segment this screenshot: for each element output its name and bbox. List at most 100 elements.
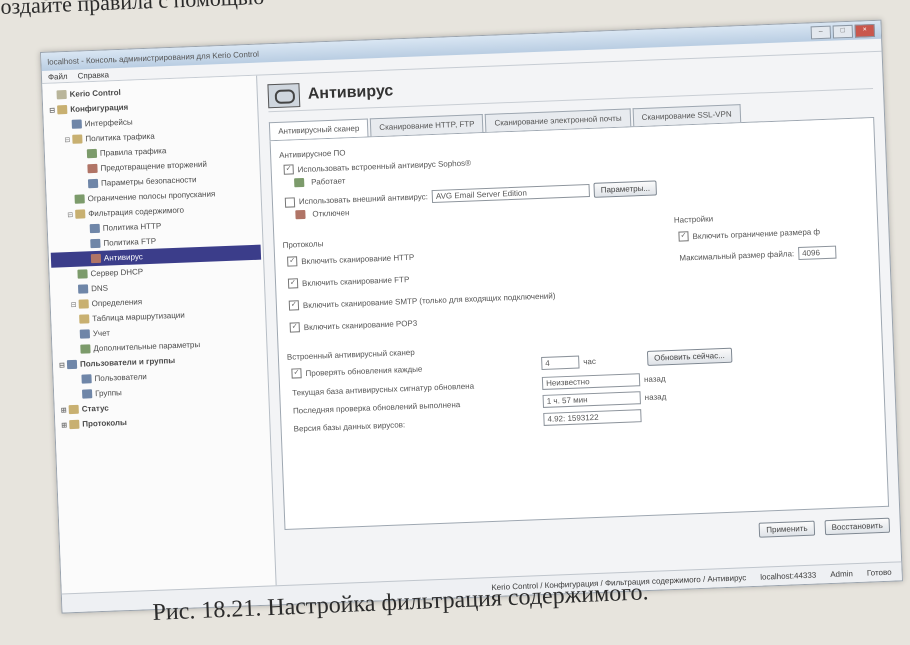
minimize-button[interactable]: – (810, 25, 832, 39)
db-version-value: 4.92: 1593122 (543, 409, 642, 426)
reset-button[interactable]: Восстановить (824, 517, 891, 536)
ftp-checkbox[interactable]: ✓ (287, 278, 299, 289)
tree-node-icon (79, 329, 91, 339)
settings-heading: Настройки (673, 214, 714, 225)
external-antivirus-label: Использовать внешний антивирус: (298, 192, 429, 207)
antivirus-icon (267, 83, 301, 109)
tree-node-icon (56, 90, 67, 100)
protocols-heading: Протоколы (282, 239, 324, 250)
tree-node-icon (78, 299, 89, 309)
tree-node-icon (86, 148, 98, 159)
last-check-label: Последняя проверка обновлений выполнена (292, 400, 461, 416)
tree-item-label: Пользователи (94, 372, 147, 384)
current-db-row: Текущая база антивирусных сигнатур обнов… (292, 382, 474, 398)
tree-item-label: Политика FTP (103, 236, 157, 248)
tree-item-label: Статус (81, 403, 109, 414)
app-window: localhost - Консоль администрирования дл… (40, 19, 903, 614)
tree-node-icon (81, 374, 92, 384)
params-button[interactable]: Параметры... (593, 180, 658, 198)
menu-help[interactable]: Справка (77, 70, 109, 80)
update-interval-unit: час (583, 356, 597, 367)
external-antivirus-select[interactable]: AVG Email Server Edition (431, 184, 591, 204)
external-antivirus-checkbox[interactable] (284, 196, 296, 208)
update-interval-row: 4 час (541, 355, 596, 370)
current-db-value: Неизвестно (541, 373, 641, 390)
tree-item-label: Определения (91, 297, 143, 309)
last-check-value-row: 1 ч. 57 мин назад (542, 390, 667, 408)
tree-node-icon (87, 163, 98, 174)
tree-item-label: Правила трафика (99, 146, 167, 158)
tree-item-label: Параметры безопасности (100, 175, 197, 188)
max-size-label: Максимальный размер файла: (679, 249, 795, 263)
current-db-label: Текущая база антивирусных сигнатур обнов… (292, 381, 475, 398)
tree-item-label: Фильтрация содержимого (88, 205, 185, 219)
tree-node-icon (71, 119, 82, 129)
smtp-row: ✓ Включить сканирование SMTP (только для… (288, 290, 556, 311)
tree-item-label: Дополнительные параметры (93, 340, 201, 354)
pop3-checkbox[interactable]: ✓ (289, 322, 300, 333)
tree-node-icon (72, 134, 83, 144)
antivirus-panel: Антивирусное ПО ✓ Использовать встроенны… (269, 118, 890, 530)
builtin-status-label: Работает (311, 176, 346, 187)
status-off-icon (295, 209, 306, 220)
tree-node-icon (74, 194, 85, 204)
tree-node-icon (68, 404, 79, 415)
tree-node-icon (66, 359, 78, 370)
last-check-row: Последняя проверка обновлений выполнена (293, 400, 461, 415)
book-top-text: оздайте правила с помощью (0, 0, 265, 19)
external-status-row: Отключен (295, 208, 350, 220)
db-version-row: Версия базы данных вирусов: (293, 420, 405, 433)
http-checkbox[interactable]: ✓ (287, 256, 298, 267)
max-size-input[interactable]: 4096 (797, 245, 837, 261)
tree-node-icon (87, 178, 99, 189)
current-db-value-row: Неизвестно назад (541, 372, 666, 390)
apply-button[interactable]: Применить (759, 520, 815, 538)
menu-file[interactable]: Файл (48, 71, 68, 81)
tree-node-icon (77, 284, 89, 294)
update-interval-input[interactable]: 4 (541, 355, 580, 370)
builtin-antivirus-label: Использовать встроенный антивирус Sophos… (297, 158, 472, 174)
tree-node-icon (90, 238, 101, 249)
size-limit-label: Включить ограничение размера ф (692, 226, 821, 241)
tree-item-label: Таблица маршрутизации (92, 310, 185, 324)
tree-item-label: Конфигурация (70, 102, 129, 114)
tree-item-label: Интерфейсы (84, 117, 133, 129)
close-button[interactable]: × (854, 23, 876, 38)
tree-item-label: Антивирус (103, 252, 143, 263)
tree-item-label: Сервер DHCP (90, 267, 144, 279)
status-ok-icon (294, 177, 305, 188)
tree-node-icon (81, 389, 93, 399)
http-label: Включить сканирование HTTP (301, 252, 415, 266)
tree-node-icon (90, 253, 102, 264)
ftp-row: ✓ Включить сканирование FTP (287, 274, 410, 289)
check-updates-checkbox[interactable]: ✓ (291, 368, 302, 379)
tree-node-icon (77, 269, 88, 279)
current-db-ago: назад (643, 374, 666, 385)
last-check-value: 1 ч. 57 мин (542, 391, 641, 408)
page-title: Антивирус (307, 82, 394, 103)
status-state: Готово (866, 567, 892, 578)
tree-item-label: Предотвращение вторжений (100, 159, 208, 173)
tree-item-label: DNS (90, 283, 109, 294)
pop3-row: ✓ Включить сканирование POP3 (289, 318, 418, 333)
section-antivirus-software: Антивирусное ПО (278, 148, 346, 160)
builtin-antivirus-checkbox[interactable]: ✓ (283, 164, 294, 175)
tree-item-label: Учет (92, 328, 111, 339)
db-version-value-row: 4.92: 1593122 (543, 409, 642, 426)
maximize-button[interactable]: □ (832, 24, 854, 39)
update-now-button[interactable]: Обновить сейчас... (646, 347, 733, 366)
check-updates-row: ✓ Проверять обновления каждые (291, 364, 422, 379)
tree-item-label: Протоколы (82, 417, 127, 429)
update-now-row: Обновить сейчас... (646, 347, 733, 366)
external-status-label: Отключен (312, 208, 350, 219)
builtin-status-row: Работает (294, 176, 346, 188)
size-limit-checkbox[interactable]: ✓ (678, 231, 689, 242)
tree-item-label: Kerio Control (69, 87, 121, 99)
navigation-tree: Kerio Control ⊟ Конфигурация Интерфейсы ⊟ Пол… (42, 75, 277, 595)
tab-antivirus-scanner[interactable]: Антивирусный сканер (268, 118, 369, 141)
pop3-label: Включить сканирование POP3 (303, 318, 418, 332)
builtin-antivirus-row: ✓ Использовать встроенный антивирус Soph… (283, 158, 472, 175)
db-version-label: Версия базы данных вирусов: (293, 420, 406, 434)
smtp-checkbox[interactable]: ✓ (288, 300, 300, 311)
builtin-scanner-heading: Встроенный антивирусный сканер (286, 347, 415, 362)
